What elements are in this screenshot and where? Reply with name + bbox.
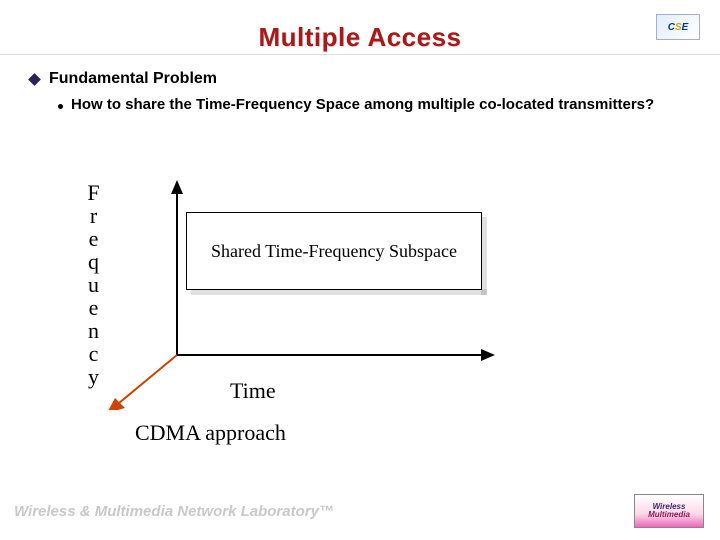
bullet2-text: How to share the Time-Frequency Space am… <box>71 96 654 115</box>
logo-letter-c: C <box>668 22 675 33</box>
bullet-level1: Fundamental Problem <box>30 70 690 88</box>
bullet-level2: How to share the Time-Frequency Space am… <box>58 96 690 115</box>
wireless-multimedia-logo: Wireless Multimedia <box>634 494 704 528</box>
slide-title: Multiple Access <box>0 22 720 53</box>
y-axis-label: Frequency <box>80 180 106 387</box>
shared-box-text: Shared Time-Frequency Subspace <box>211 241 457 262</box>
shared-subspace-box: Shared Time-Frequency Subspace <box>186 212 482 290</box>
title-separator <box>0 54 720 55</box>
footer-text: Wireless & Multimedia Network Laboratory… <box>14 503 334 520</box>
x-axis-label: Time <box>230 378 276 404</box>
logo-bottom-line2: Multimedia <box>648 511 690 519</box>
bullet1-text: Fundamental Problem <box>49 70 217 88</box>
logo-letter-s: S <box>675 22 682 33</box>
content-area: Fundamental Problem How to share the Tim… <box>30 70 690 115</box>
dot-bullet-icon <box>58 104 63 109</box>
cse-logo: C S E <box>656 14 700 40</box>
logo-letter-e: E <box>682 22 689 33</box>
approach-label: CDMA approach <box>135 420 286 446</box>
diamond-bullet-icon <box>28 73 41 86</box>
